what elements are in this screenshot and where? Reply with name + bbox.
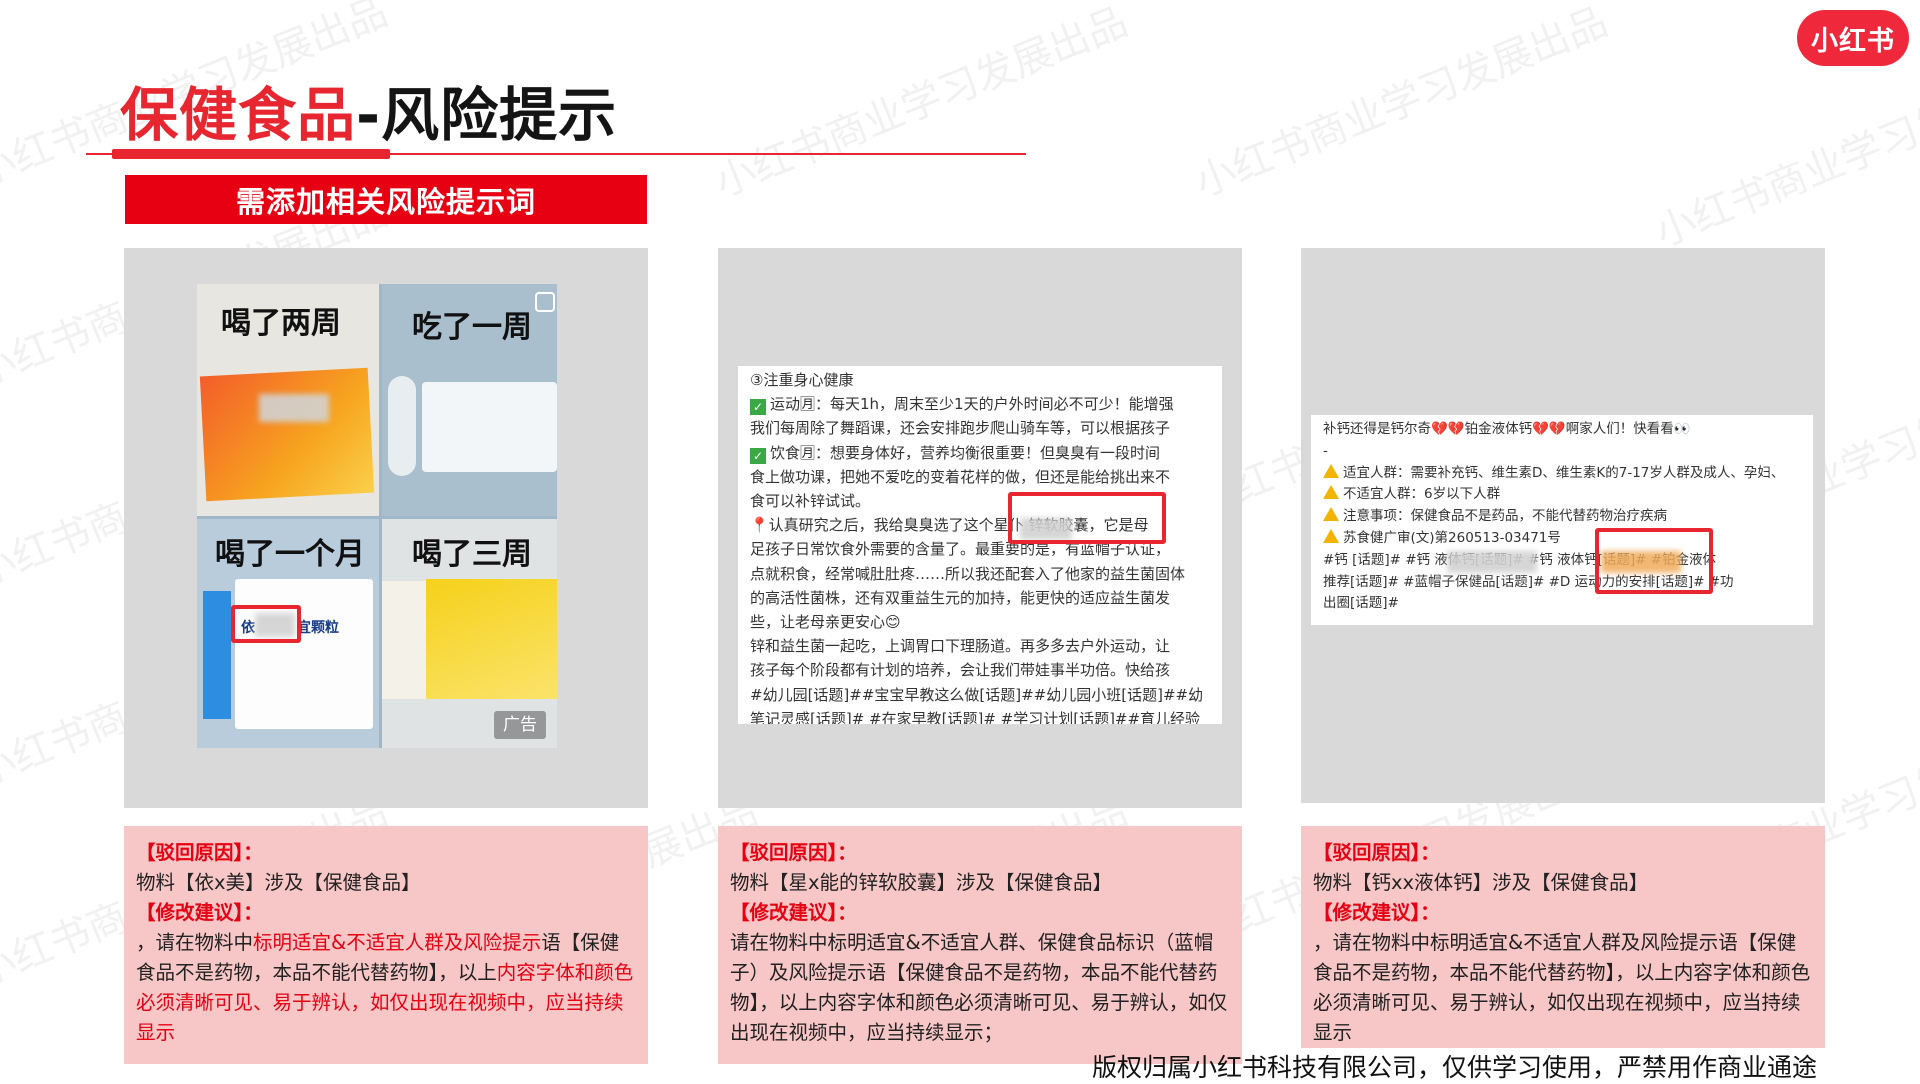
page-title-rest: -风险提示 — [356, 81, 618, 149]
reject-heading: 【驳回原因】： — [1313, 841, 1440, 864]
watermark: 小红书商业学习发展出品 — [1648, 48, 1920, 257]
warning-icon — [1323, 485, 1339, 500]
post-line: 我们每周除了舞蹈课，还会安排跑步爬山骑车等，可以根据孩子 — [750, 419, 1171, 438]
suggest-heading: 【修改建议】： — [136, 901, 263, 924]
reject-text: 物料【星x能的锌软胶囊】涉及【保健食品】 — [730, 871, 1113, 894]
watermark: 小红书商业学习发展出品 — [1188, 0, 1615, 207]
post-line: 苏食健广审(文)第260513-03471号 — [1323, 528, 1813, 550]
post-line: 食上做功课，把她不爱吃的变着花样的做，但还是能给挑出来不 — [750, 467, 1171, 486]
post-line: #钙 [话题]# #钙 液体钙[话题]# #钙 液体钙[话题]# #铂金液体 — [1323, 551, 1717, 568]
post-line: 笔记灵感[话题]# #在家早教[话题]# #学习计划[话题]##育儿经验 — [750, 709, 1201, 724]
checkbox-icon: ✓ — [750, 399, 766, 416]
post-line-text: 饮食🈷：想要身体好，营养均衡很重要！但臭臭有一段时间 — [770, 443, 1161, 462]
post-line: - — [1323, 442, 1328, 459]
post-line: 出圈[话题]# — [1323, 595, 1399, 612]
post-line: 锌和益生菌一起吃，上调胃口下理肠道。再多多去户外运动，让 — [750, 637, 1171, 656]
post-line: 点就积食，经常喊肚肚疼……所以我还配套入了他家的益生菌固体 — [750, 564, 1186, 583]
collage-cell-2: 吃了一周 — [382, 284, 557, 516]
reject-heading: 【驳回原因】： — [730, 841, 857, 864]
reject-text: 物料【依x美】涉及【保健食品】 — [136, 871, 421, 894]
tablet-strip — [388, 376, 416, 476]
post-line: ✓ 运动🈷：每天1h，周末至少1天的户外时间必不可少！能增强 — [750, 392, 1222, 416]
reject-text: 物料【钙xx液体钙】涉及【保健食品】 — [1313, 871, 1649, 894]
product-box-white — [422, 382, 557, 472]
product-name-fragment: 宜颗粒 — [297, 620, 339, 636]
highlight-box — [231, 605, 301, 643]
collage-label: 喝了两周 — [221, 306, 341, 341]
title-underline-accent — [112, 149, 390, 159]
page-title: 保健食品-风险提示 — [120, 68, 617, 152]
product-box-side — [382, 581, 426, 699]
reason-box-2: 【驳回原因】： 物料【星x能的锌软胶囊】涉及【保健食品】 【修改建议】： 请在物… — [718, 826, 1242, 1064]
section-banner: 需添加相关风险提示词 — [125, 175, 647, 224]
post-line-text: 注意事项：保健食品不是药品，不能代替药物治疗疾病 — [1343, 508, 1667, 525]
post-line: 不适宜人群：6岁以下人群 — [1323, 484, 1813, 506]
highlight-box — [1595, 528, 1713, 594]
post-line: 些，让老母亲更安心😊 — [750, 613, 901, 632]
suggest-text: 请在物料中标明适宜&不适宜人群、保健食品标识（蓝帽子）及风险提示语【保健食品不是… — [730, 931, 1228, 1044]
collage-label: 吃了一周 — [412, 310, 532, 345]
reason-box-1: 【驳回原因】： 物料【依x美】涉及【保健食品】 【修改建议】： ，请在物料中标明… — [124, 826, 648, 1064]
blur-mask — [1447, 551, 1537, 573]
checkbox-icon: ✓ — [750, 447, 766, 464]
post-line-text: 苏食健广审(文)第260513-03471号 — [1343, 529, 1561, 546]
brand-logo: 小红书 — [1797, 10, 1909, 66]
post-line: ③注重身心健康 — [750, 371, 854, 389]
post-line-text: 适宜人群：需要补充钙、维生素D、维生素K的7-17岁人群及成人、孕妇、 — [1343, 464, 1785, 481]
post-line-text: 运动🈷：每天1h，周末至少1天的户外时间必不可少！能增强 — [770, 395, 1174, 414]
product-box-yellow — [426, 579, 557, 699]
post-line: 补钙还得是钙尔奇💔💔铂金液体钙💔💔啊家人们！快看看👀 — [1323, 421, 1691, 437]
blur-mask — [259, 394, 329, 422]
post-line: 的高活性菌株，还有双重益生元的加持，能更快的适应益生菌发 — [750, 588, 1171, 607]
suggest-heading: 【修改建议】： — [1313, 901, 1440, 924]
post-screenshot-3: 补钙还得是钙尔奇💔💔铂金液体钙💔💔啊家人们！快看看👀 - 适宜人群：需要补充钙、… — [1311, 415, 1813, 625]
ad-badge: 广告 — [494, 711, 546, 739]
product-collage: 喝了两周 吃了一周 喝了一个月 依 宜颗粒 喝了三周 广告 — [197, 284, 557, 748]
post-line: ✓ 饮食🈷：想要身体好，营养均衡很重要！但臭臭有一段时间 — [750, 441, 1222, 465]
suggest-text-highlight: 标明适宜&不适宜人群及风险提示 — [253, 931, 542, 954]
post-screenshot-2: ③注重身心健康 ✓ 运动🈷：每天1h，周末至少1天的户外时间必不可少！能增强 我们… — [738, 366, 1222, 724]
product-box-orange — [199, 367, 375, 502]
collage-cell-4: 喝了三周 广告 — [382, 519, 557, 748]
suggest-text: ，请在物料中标明适宜&不适宜人群及风险提示语【保健食品不是药物，本品不能代替药物… — [1313, 931, 1811, 1044]
post-line: 孩子每个阶段都有计划的培养，会让我们带娃事半功倍。快给孩 — [750, 661, 1171, 680]
post-line: 适宜人群：需要补充钙、维生素D、维生素K的7-17岁人群及成人、孕妇、 — [1323, 463, 1813, 485]
page-title-highlight: 保健食品 — [120, 81, 357, 149]
watermark: 小红书商业学习发展出品 — [708, 0, 1135, 207]
post-line: #幼儿园[话题]##宝宝早教这么做[话题]##幼儿园小班[话题]##幼 — [750, 685, 1204, 704]
suggest-text: ，请在物料中标明适宜&不适宜人群及风险提示语【保健食品不是药物，本品不能代替药物… — [136, 928, 636, 1048]
collage-cell-3: 喝了一个月 依 宜颗粒 — [197, 519, 379, 748]
collage-label: 喝了三周 — [412, 537, 532, 572]
post-line: 推荐[话题]# #蓝帽子保健品[话题]# #D 运动力的安排[话题]# #功 — [1323, 573, 1734, 590]
collage-label: 喝了一个月 — [215, 537, 365, 572]
product-box-blue-white — [235, 579, 373, 729]
highlight-box — [1008, 492, 1166, 544]
warning-icon — [1323, 528, 1339, 543]
post-line: 注意事项：保健食品不是药品，不能代替药物治疗疾病 — [1323, 506, 1813, 528]
suggest-heading: 【修改建议】： — [730, 901, 857, 924]
scan-icon[interactable] — [535, 292, 555, 312]
collage-cell-1: 喝了两周 — [197, 284, 379, 516]
suggest-text-part: ，请在物料中 — [136, 931, 254, 954]
copyright-footer: 版权归属小红书科技有限公司，仅供学习使用，严禁用作商业通途 — [1092, 1053, 1818, 1082]
sachet — [203, 591, 231, 719]
post-line-text: 不适宜人群：6岁以下人群 — [1343, 486, 1501, 503]
reason-box-3: 【驳回原因】： 物料【钙xx液体钙】涉及【保健食品】 【修改建议】： ，请在物料… — [1301, 826, 1825, 1048]
reject-heading: 【驳回原因】： — [136, 841, 263, 864]
warning-icon — [1323, 463, 1339, 478]
warning-icon — [1323, 507, 1339, 522]
